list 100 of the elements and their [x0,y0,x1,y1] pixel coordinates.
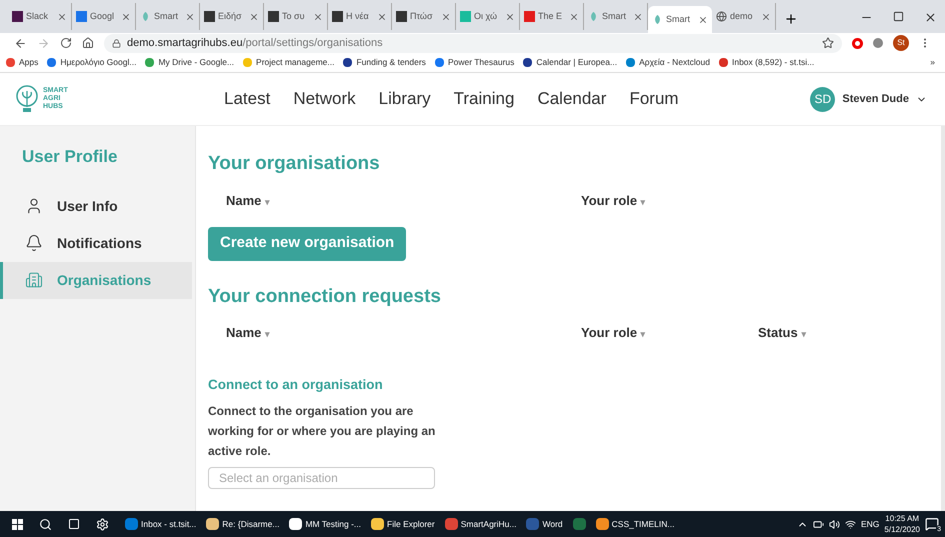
user-icon [25,197,43,215]
description: Connect to the organisation you are working for or where you are playing an active role. [208,403,436,460]
language-indicator[interactable]: ENG [860,518,880,530]
windows-icon[interactable] [12,518,23,530]
close-icon[interactable] [185,12,195,22]
close-icon[interactable] [377,12,387,22]
back-icon[interactable] [14,36,27,50]
volume-icon[interactable] [828,518,840,530]
app-label: SmartAgriHu... [460,518,516,530]
sidebar-title: User Profile [21,146,118,168]
bookmark[interactable]: Ημερολόγιο Googl... [47,56,136,69]
nav-link[interactable]: Training [454,86,514,112]
close-icon[interactable] [505,12,515,22]
nav-link[interactable]: Library [378,86,431,112]
taskbar-app[interactable]: Word [522,511,567,537]
app-label: Word [542,518,563,530]
close-icon[interactable] [633,12,643,22]
leaf-icon [588,11,599,22]
taskbar-app[interactable]: CSS_TIMELIN... [592,511,678,537]
column-header[interactable]: Name ▾ [226,325,270,340]
tab-title: Slack [26,10,48,23]
network-icon[interactable] [844,518,856,530]
taskbar-app[interactable]: File Explorer [367,511,439,537]
app-label: File Explorer [387,518,435,530]
close-icon[interactable] [313,12,323,22]
bookmark[interactable]: Project manageme... [243,56,334,69]
subsection-title: Connect to an organisation [208,376,384,394]
browser-tab[interactable]: Googl [72,3,136,30]
bookmark[interactable]: Power Thesaurus [434,56,514,69]
home-icon[interactable] [82,37,94,49]
search-icon[interactable] [39,518,52,530]
close-icon[interactable] [249,12,259,22]
maximize-icon[interactable] [893,11,904,22]
close-icon[interactable] [441,12,451,22]
app-label: Re: {Disarme... [222,518,280,530]
app-label: CSS_TIMELIN... [612,518,674,530]
taskbar-app[interactable]: SmartAgriHu... [440,511,520,537]
tab-title: Smart [602,10,626,23]
lock-icon [112,38,121,48]
settings-icon[interactable] [96,518,109,530]
browser-tab[interactable]: Slack [8,3,72,30]
bookmark[interactable]: Αρχεία - Nextcloud [626,56,710,69]
leaf-icon [140,11,151,22]
clock-time[interactable]: 10:25 AM [885,513,920,524]
taskbar-app[interactable]: MM Testing -... [285,511,366,537]
address-bar[interactable]: demo.smartagrihubs.eu/portal/settings/organisations [104,34,842,52]
section-title: Your organisations [208,152,381,176]
bookmark-star-icon[interactable] [822,37,834,49]
app-label: MM Testing -... [305,518,362,530]
tab-title: Smart [154,10,178,23]
bookmark[interactable]: Apps [6,56,38,69]
browser-tab[interactable]: The E [520,3,584,30]
reload-icon[interactable] [60,37,72,49]
tab-title: Οι χώ [474,10,498,23]
nav-link[interactable]: Calendar [537,86,606,112]
sidebar-item[interactable]: User Info [0,188,192,224]
opera-icon[interactable] [852,38,863,48]
browser-tab[interactable]: Smart [136,3,200,30]
browser-tab[interactable]: Το συ [264,3,328,30]
task-view-icon[interactable] [68,518,80,530]
nav-link[interactable]: Network [293,86,356,112]
column-header[interactable]: Your role ▾ [581,325,646,340]
browser-tab[interactable]: Πτώσ [392,3,456,30]
close-icon[interactable] [569,12,579,22]
column-header[interactable]: Name ▾ [226,192,270,208]
user-menu[interactable]: SD Steven Dude [810,86,927,112]
tab-title: Smart [666,12,690,26]
browser-tab[interactable]: Ειδήσ [200,3,264,30]
close-icon[interactable] [698,14,708,24]
nav-link[interactable]: Forum [629,86,679,112]
user-avatar: SD [810,86,836,112]
more-bookmarks[interactable]: » [930,56,939,69]
taskbar-app[interactable]: Inbox - st.tsit... [121,511,200,537]
browser-tab[interactable]: demo [712,3,776,30]
nav-link[interactable]: Latest [224,86,270,112]
clock-date[interactable]: 5/12/2020 [884,524,920,535]
bookmark[interactable]: My Drive - Google... [145,56,234,69]
taskbar-app[interactable]: Re: {Disarme... [202,511,284,537]
tab-title: Ειδήσ [218,10,242,23]
close-icon[interactable] [761,12,771,22]
extension-icon[interactable] [873,38,883,48]
bookmark[interactable]: Inbox (8,592) - st.tsi... [718,56,814,69]
app-label: Inbox - st.tsit... [141,518,196,530]
profile-avatar[interactable]: St [893,35,909,51]
close-icon[interactable] [121,12,131,22]
browser-tab[interactable]: Smart [648,6,712,33]
battery-icon[interactable] [812,518,824,530]
bookmark[interactable]: Calendar | Europea... [523,56,618,69]
new-tab-icon[interactable] [784,12,798,26]
sidebar-item[interactable]: Notifications [0,224,192,262]
tab-title: The E [538,10,562,23]
close-icon[interactable] [924,11,937,24]
browser-tab[interactable]: Η νέα [328,3,392,30]
column-header[interactable]: Your role ▾ [581,192,646,208]
browser-tab[interactable]: Οι χώ [456,3,520,30]
tab-title: Πτώσ [410,10,433,23]
bulb-icon [14,83,40,115]
column-header[interactable]: Status ▾ [758,325,806,340]
bookmark[interactable]: Funding & tenders [343,56,426,69]
close-icon[interactable] [57,12,67,22]
